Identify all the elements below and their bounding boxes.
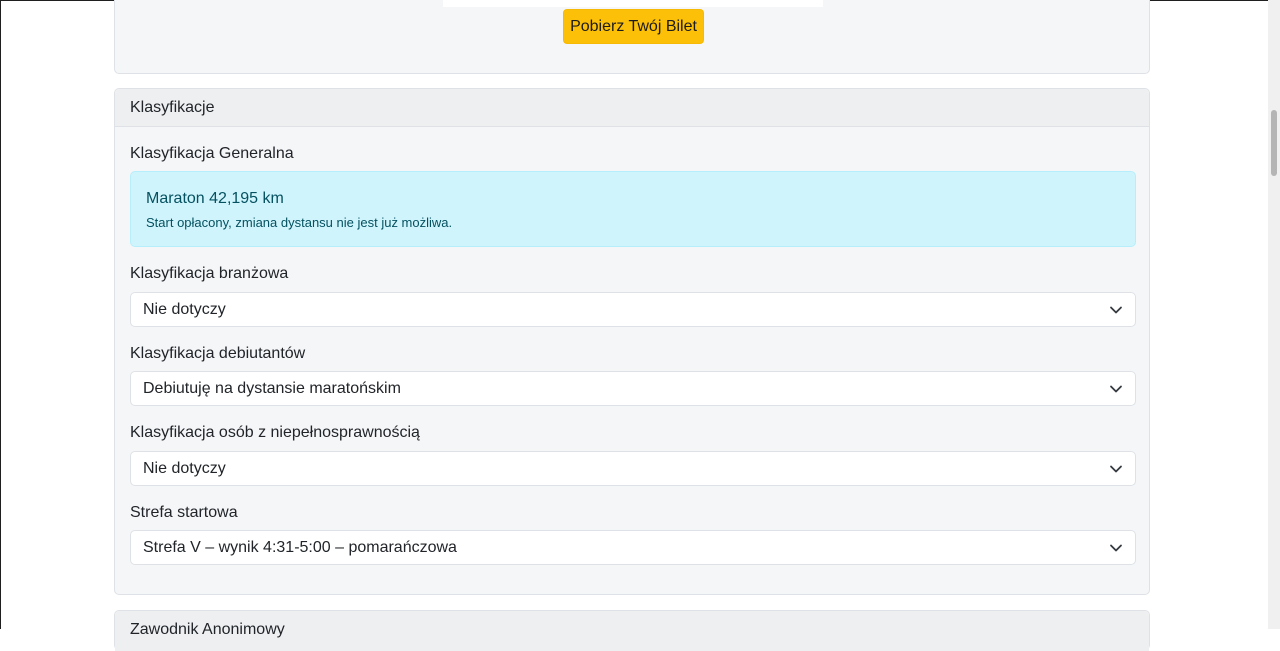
chevron-down-icon	[1110, 465, 1122, 473]
industry-classification-value: Nie dotyczy	[143, 300, 226, 318]
classifications-card: Klasyfikacje Klasyfikacja Generalna Mara…	[114, 88, 1150, 595]
disability-classification-select[interactable]: Nie dotyczy	[130, 451, 1136, 486]
download-ticket-button[interactable]: Pobierz Twój Bilet	[563, 9, 704, 44]
start-zone-select[interactable]: Strefa V – wynik 4:31-5:00 – pomarańczow…	[130, 530, 1136, 565]
disability-classification-label: Klasyfikacja osób z niepełnosprawnością	[130, 424, 420, 441]
debutants-classification-value: Debiutuję na dystansie maratońskim	[143, 379, 401, 397]
chevron-down-icon	[1110, 544, 1122, 552]
debutants-classification-select[interactable]: Debiutuję na dystansie maratońskim	[130, 371, 1136, 406]
scrollbar-thumb[interactable]	[1271, 110, 1277, 176]
ticket-image-edge	[443, 0, 823, 7]
alert-distance-title: Maraton 42,195 km	[146, 190, 284, 207]
industry-classification-select[interactable]: Nie dotyczy	[130, 292, 1136, 327]
anonymous-runner-header: Zawodnik Anonimowy	[115, 611, 1149, 651]
industry-classification-label: Klasyfikacja branżowa	[130, 265, 289, 282]
window-left-border	[0, 0, 1, 629]
chevron-down-icon	[1110, 306, 1122, 314]
debutants-classification-label: Klasyfikacja debiutantów	[130, 345, 306, 362]
ticket-card: Pobierz Twój Bilet	[114, 0, 1150, 74]
general-classification-alert: Maraton 42,195 km Start opłacony, zmiana…	[130, 171, 1136, 247]
classifications-header: Klasyfikacje	[115, 89, 1149, 127]
disability-classification-value: Nie dotyczy	[143, 459, 226, 477]
chevron-down-icon	[1110, 385, 1122, 393]
alert-distance-note: Start opłacony, zmiana dystansu nie jest…	[146, 215, 453, 230]
page-scrollbar[interactable]	[1268, 0, 1280, 629]
general-classification-label: Klasyfikacja Generalna	[130, 145, 294, 162]
start-zone-value: Strefa V – wynik 4:31-5:00 – pomarańczow…	[143, 538, 457, 556]
anonymous-runner-card: Zawodnik Anonimowy	[114, 610, 1150, 651]
start-zone-label: Strefa startowa	[130, 504, 238, 521]
